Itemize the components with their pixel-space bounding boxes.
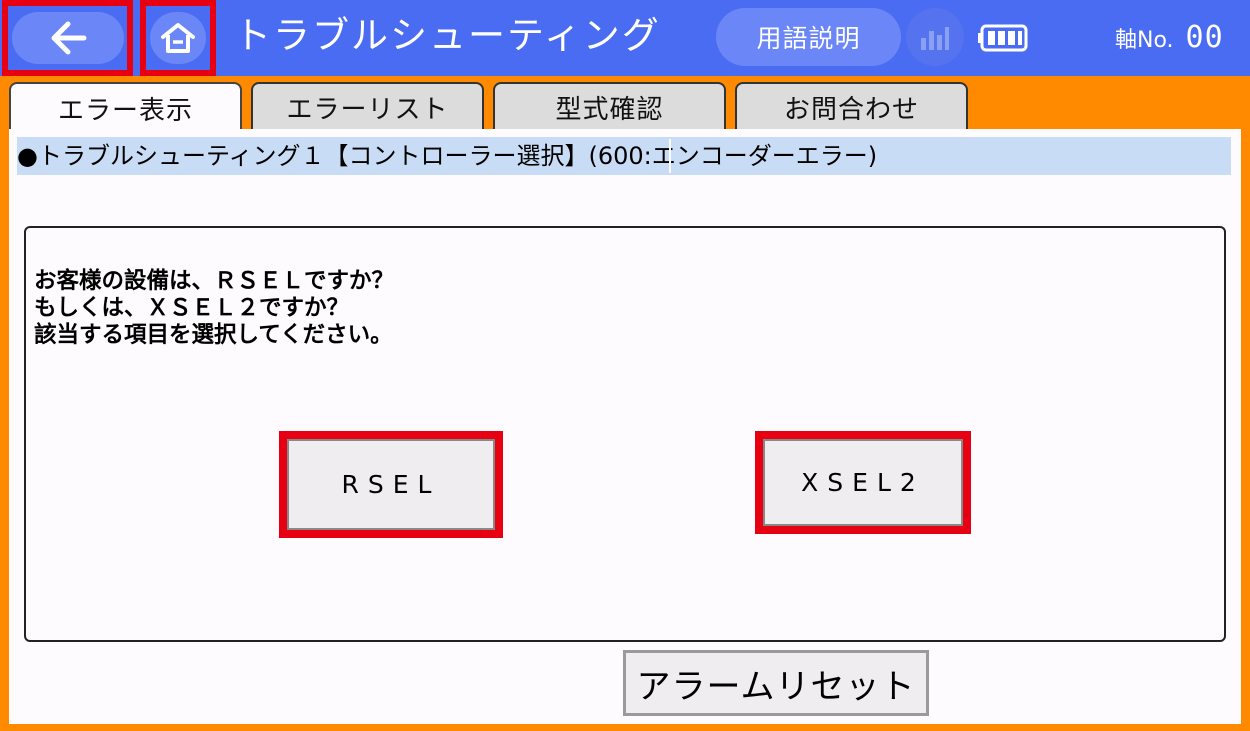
page-title: トラブルシューティング	[234, 14, 661, 57]
header-bar: トラブルシューティング 用語説明 軸No. 00	[0, 0, 1250, 76]
question-text: お客様の設備は、ＲＳＥＬですか？ もしくは、ＸＳＥＬ２ですか？ 該当する項目を選…	[34, 268, 394, 349]
rsel-button[interactable]: RSEL	[279, 431, 503, 538]
question-box: お客様の設備は、ＲＳＥＬですか？ もしくは、ＸＳＥＬ２ですか？ 該当する項目を選…	[24, 226, 1226, 642]
question-line-3: 該当する項目を選択してください。	[34, 322, 393, 348]
chart-button[interactable]	[906, 8, 964, 66]
breadcrumb-divider	[669, 139, 671, 173]
alarm-reset-button[interactable]: アラームリセット	[623, 650, 929, 716]
xsel2-button-label: XSEL2	[763, 439, 963, 526]
tab-contact[interactable]: お問合わせ	[735, 82, 968, 130]
home-icon	[161, 23, 195, 53]
breadcrumb: ●トラブルシューティング１【コントローラー選択】(600:エンコーダーエラー)	[17, 137, 1231, 175]
battery-icon	[978, 24, 1028, 52]
content-panel: ●トラブルシューティング１【コントローラー選択】(600:エンコーダーエラー) …	[9, 129, 1241, 724]
xsel2-button[interactable]: XSEL2	[755, 431, 971, 534]
axis-number-value: 00	[1185, 20, 1224, 55]
rsel-button-label: RSEL	[287, 439, 495, 530]
battery-indicator	[977, 24, 1029, 56]
arrow-left-icon	[51, 21, 86, 55]
back-button[interactable]	[2, 0, 133, 76]
glossary-button[interactable]: 用語説明	[716, 8, 901, 66]
axis-number-label: 軸No.	[1115, 28, 1174, 53]
question-line-1: お客様の設備は、ＲＳＥＬですか？	[34, 268, 395, 294]
tab-model-check[interactable]: 型式確認	[493, 82, 726, 130]
axis-number: 軸No. 00	[1115, 20, 1224, 60]
tab-error-list[interactable]: エラーリスト	[251, 82, 484, 130]
bar-chart-icon	[921, 27, 949, 50]
tab-error-display[interactable]: エラー表示	[9, 82, 242, 132]
breadcrumb-text: ●トラブルシューティング１【コントローラー選択】(600:エンコーダーエラー)	[17, 142, 878, 170]
home-button[interactable]	[140, 0, 216, 76]
tab-bar: エラー表示 エラーリスト 型式確認 お問合わせ	[0, 82, 1250, 132]
question-line-2: もしくは、ＸＳＥＬ２ですか？	[34, 295, 350, 321]
